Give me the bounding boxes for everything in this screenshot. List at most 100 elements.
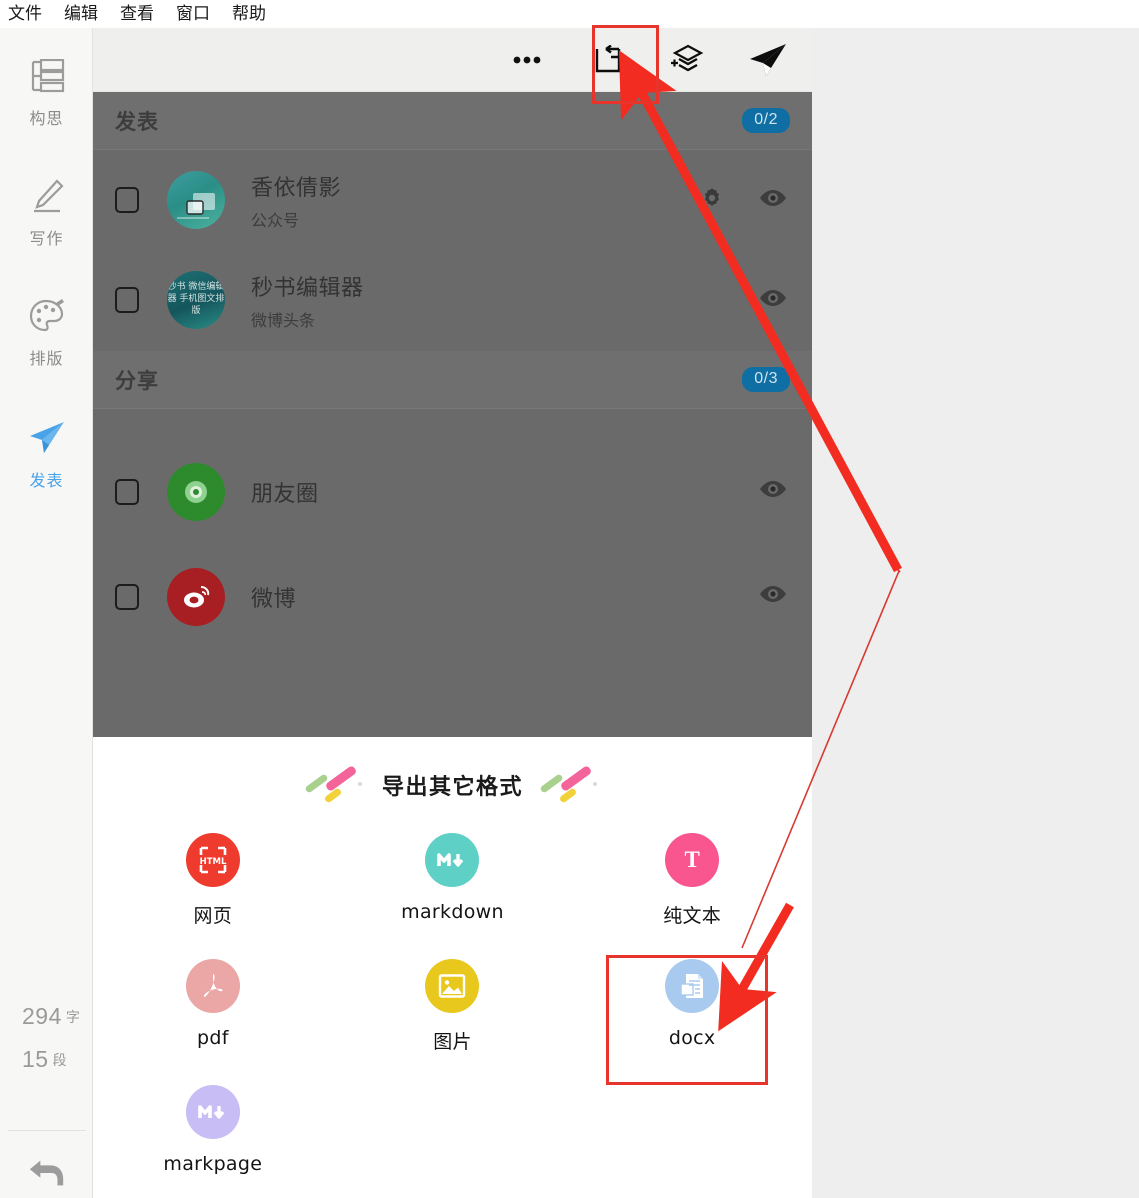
row-meta: 朋友圈 [251,476,319,508]
sidebar-item-layout[interactable]: 排版 [0,296,93,369]
paper-plane-icon [27,418,67,458]
eye-icon[interactable] [758,188,788,213]
export-label-markdown: markdown [401,901,504,923]
back-button[interactable]: 返回 [0,1153,93,1198]
export-label-plaintext: 纯文本 [663,905,722,927]
sidebar-item-outline[interactable]: 构思 [0,56,93,129]
decoration-right-icon [539,764,601,804]
row-meta: 微博 [251,581,296,613]
row-checkbox[interactable] [115,287,139,313]
export-option-markpage[interactable]: markpage [93,1077,333,1198]
export-option-plaintext[interactable]: T 纯文本 [572,825,812,951]
word-count-value: 294 [22,1003,62,1029]
export-label-html: 网页 [193,905,233,927]
left-sidebar: 构思 写作 排版 发表 294 字 15 段 [0,28,93,1198]
section-badge-share: 0/3 [742,367,790,392]
publish-rows: 香依倩影 公众号 秒书 微信编辑器 手机图文排版 秒书编辑器 微博头条 [93,150,812,350]
export-share-button[interactable] [586,38,630,82]
sidebar-label-layout: 排版 [29,349,64,368]
row-title: 香依倩影 [251,175,342,201]
more-options-button[interactable] [506,38,550,82]
share-rows: 朋友圈 微博 [93,409,812,659]
export-option-docx[interactable]: docx [572,951,812,1077]
avatar-label: 秒书 微信编辑器 手机图文排版 [167,282,225,316]
export-sheet-title: 导出其它格式 [381,775,523,800]
word-count-row: 294 字 [0,1003,93,1030]
outline-icon [27,56,67,96]
sidebar-label-outline: 构思 [29,109,64,128]
markdown-icon [425,833,480,887]
section-title-share: 分享 [115,368,159,393]
export-label-markpage: markpage [163,1153,263,1175]
publish-send-button[interactable] [746,38,790,82]
word-count-unit: 字 [65,1009,80,1026]
sidebar-label-publish: 发表 [29,471,64,490]
publish-toolbar [93,28,812,92]
row-title: 朋友圈 [251,481,319,507]
section-badge-publish: 0/2 [742,108,790,133]
export-format-grid: HTML 网页 markdown T 纯文本 pdf 图片 docx markp… [93,825,812,1198]
menu-edit[interactable]: 编辑 [64,5,98,23]
back-arrow-icon [27,1153,67,1193]
markpage-icon [185,1085,240,1139]
row-subtitle: 微博头条 [251,310,316,330]
docx-icon [665,959,720,1013]
export-option-image[interactable]: 图片 [333,951,573,1077]
row-checkbox[interactable] [115,478,139,505]
export-option-markdown[interactable]: markdown [333,825,573,951]
list-item[interactable]: 微博 [93,534,812,659]
table-row[interactable]: 秒书 微信编辑器 手机图文排版 秒书编辑器 微博头条 [93,250,812,350]
pencil-icon [27,176,67,216]
avatar: 秒书 微信编辑器 手机图文排版 [167,271,225,329]
publish-panel: 发表 0/2 香依倩影 公众号 秒书 微信编辑器 手机图文排版 秒书编辑器 微博… [93,92,812,737]
paragraph-count-row: 15 段 [0,1046,93,1073]
palette-icon [27,296,67,336]
avatar [167,171,225,229]
sidebar-divider [8,1130,86,1131]
document-stats: 294 字 15 段 [0,1003,93,1089]
menu-file[interactable]: 文件 [8,5,42,23]
row-checkbox[interactable] [115,583,139,610]
row-actions [758,479,788,504]
export-grid-spacer [572,1077,812,1198]
image-icon [425,959,480,1013]
export-grid-spacer [333,1077,573,1198]
export-label-pdf: pdf [196,1027,229,1049]
row-actions [700,186,788,215]
menu-bar: 文件 编辑 查看 窗口 帮助 [0,0,1139,28]
decoration-left-icon [304,764,366,804]
export-option-html[interactable]: HTML 网页 [93,825,333,951]
section-header-share: 分享 0/3 [93,351,812,409]
pdf-icon [185,959,240,1013]
sidebar-item-publish[interactable]: 发表 [0,418,93,491]
svg-text:HTML: HTML [199,857,226,867]
row-meta: 秒书编辑器 微博头条 [251,270,364,331]
row-actions [758,288,788,313]
export-option-pdf[interactable]: pdf [93,951,333,1077]
app-window: 文件 编辑 查看 窗口 帮助 构思 写作 排版 发表 294 字 15 段 发表… [0,0,1139,1198]
eye-icon[interactable] [758,288,788,313]
html-icon: HTML [185,833,240,887]
row-subtitle: 公众号 [251,210,300,230]
row-actions [758,584,788,609]
add-layer-button[interactable] [666,38,710,82]
list-item[interactable]: 朋友圈 [93,409,812,534]
row-checkbox[interactable] [115,187,139,213]
menu-window[interactable]: 窗口 [176,5,210,23]
table-row[interactable]: 香依倩影 公众号 [93,150,812,250]
sidebar-item-write[interactable]: 写作 [0,176,93,249]
paragraph-count-value: 15 [22,1046,49,1072]
settings-gear-icon[interactable] [700,186,724,215]
export-formats-sheet: 导出其它格式 HTML 网页 markdown T 纯文本 pdf 图片 doc… [93,737,812,1198]
eye-icon[interactable] [758,479,788,504]
menu-view[interactable]: 查看 [120,5,154,23]
section-title-publish: 发表 [115,109,159,134]
row-meta: 香依倩影 公众号 [251,170,341,231]
export-sheet-header: 导出其它格式 [93,737,812,825]
eye-icon[interactable] [758,584,788,609]
menu-help[interactable]: 帮助 [232,5,266,23]
text-icon: T [665,833,720,887]
avatar [167,567,225,626]
row-title: 微博 [251,586,297,612]
row-title: 秒书编辑器 [251,275,364,301]
